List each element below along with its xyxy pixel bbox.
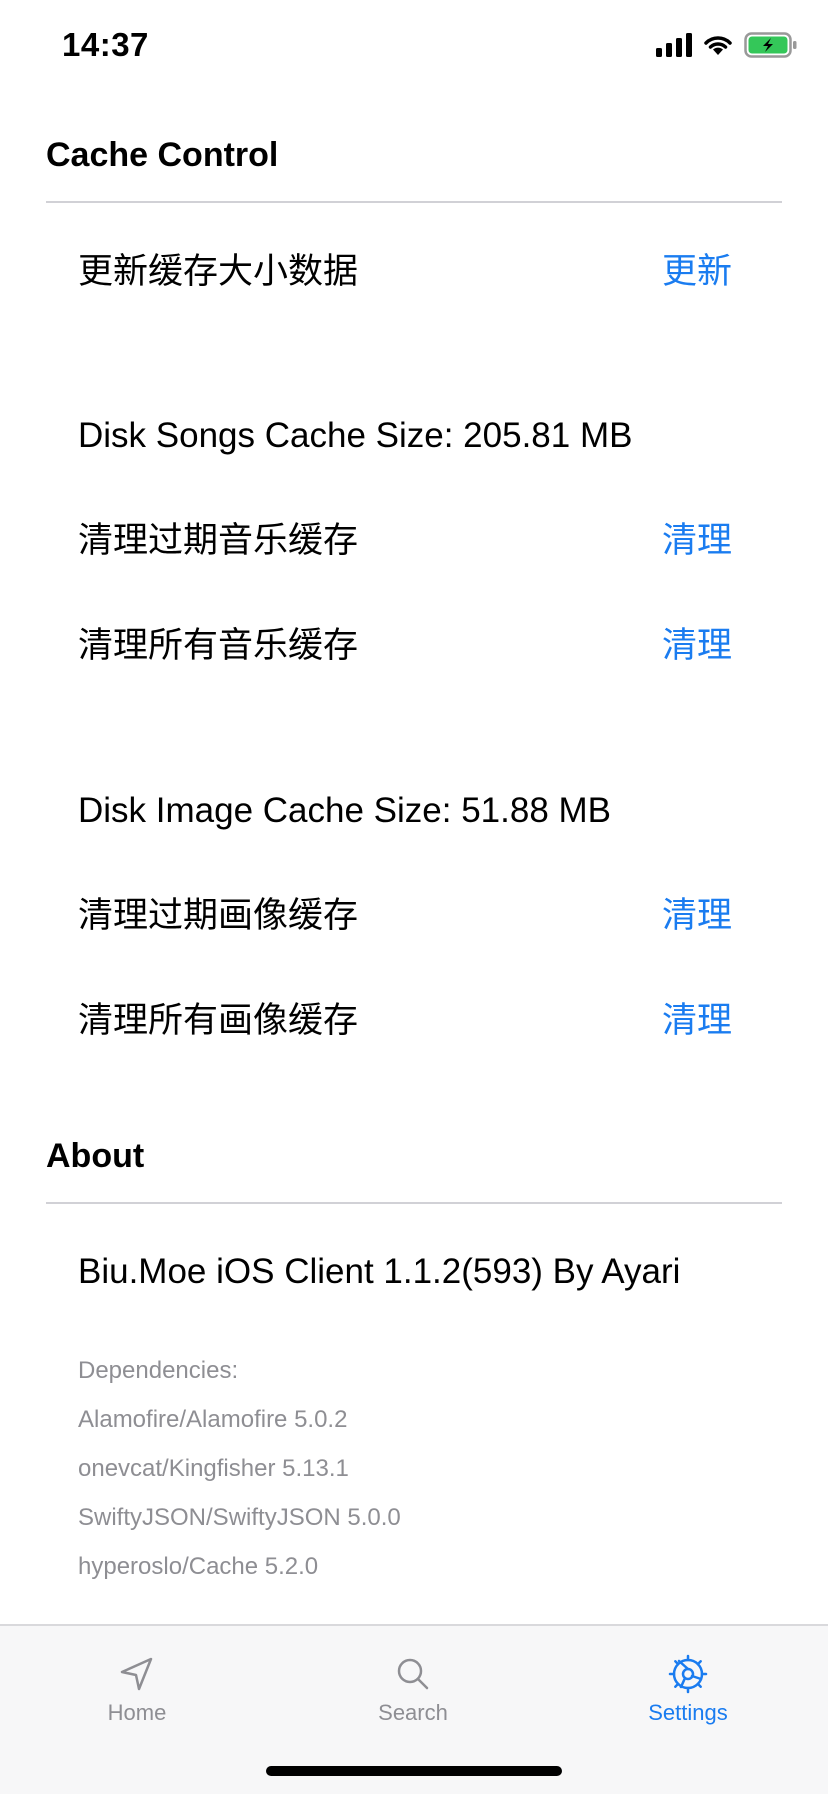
- cache-section-divider: [46, 201, 782, 203]
- status-icons: [656, 32, 798, 58]
- update-cache-label: 更新缓存大小数据: [78, 252, 359, 291]
- clear-expired-songs-label: 清理过期音乐缓存: [78, 521, 359, 560]
- tab-search-label: Search: [378, 1700, 448, 1725]
- app-version-label: Biu.Moe iOS Client 1.1.2(593) By Ayari: [78, 1252, 681, 1291]
- battery-charging-icon: [744, 32, 797, 58]
- dependency-item: onevcat/Kingfisher 5.13.1: [78, 1455, 349, 1482]
- dependency-item: hyperoslo/Cache 5.2.0: [78, 1553, 319, 1580]
- tab-settings-label: Settings: [648, 1700, 728, 1725]
- clear-all-songs-label: 清理所有音乐缓存: [78, 626, 359, 665]
- status-time: 14:37: [62, 26, 149, 63]
- tab-home[interactable]: Home: [57, 1654, 217, 1726]
- navigation-arrow-icon: [120, 1657, 153, 1691]
- clear-expired-images-button[interactable]: 清理: [662, 896, 732, 936]
- dependency-item: Alamofire/Alamofire 5.0.2: [78, 1406, 348, 1433]
- tab-search[interactable]: Search: [333, 1654, 493, 1726]
- update-cache-button[interactable]: 更新: [662, 252, 732, 292]
- wifi-icon: [704, 36, 732, 55]
- cellular-signal-icon: [656, 33, 692, 57]
- tab-settings[interactable]: Settings: [608, 1654, 768, 1726]
- about-section-divider: [46, 1202, 782, 1204]
- cache-section-title: Cache Control: [46, 136, 279, 174]
- dependencies-header: Dependencies:: [78, 1357, 239, 1384]
- image-cache-size: Disk Image Cache Size: 51.88 MB: [78, 791, 612, 830]
- gear-icon: [668, 1654, 708, 1694]
- tab-home-label: Home: [107, 1700, 167, 1725]
- home-indicator: [266, 1766, 562, 1776]
- clear-expired-images-label: 清理过期画像缓存: [78, 896, 359, 935]
- clear-all-images-button[interactable]: 清理: [662, 1001, 732, 1041]
- clear-all-songs-button[interactable]: 清理: [662, 626, 732, 666]
- clear-all-images-label: 清理所有画像缓存: [78, 1001, 359, 1040]
- about-section-title: About: [46, 1137, 145, 1175]
- songs-cache-size: Disk Songs Cache Size: 205.81 MB: [78, 416, 633, 455]
- clear-expired-songs-button[interactable]: 清理: [662, 521, 732, 561]
- dependency-item: SwiftyJSON/SwiftyJSON 5.0.0: [78, 1504, 401, 1531]
- search-icon: [397, 1658, 429, 1690]
